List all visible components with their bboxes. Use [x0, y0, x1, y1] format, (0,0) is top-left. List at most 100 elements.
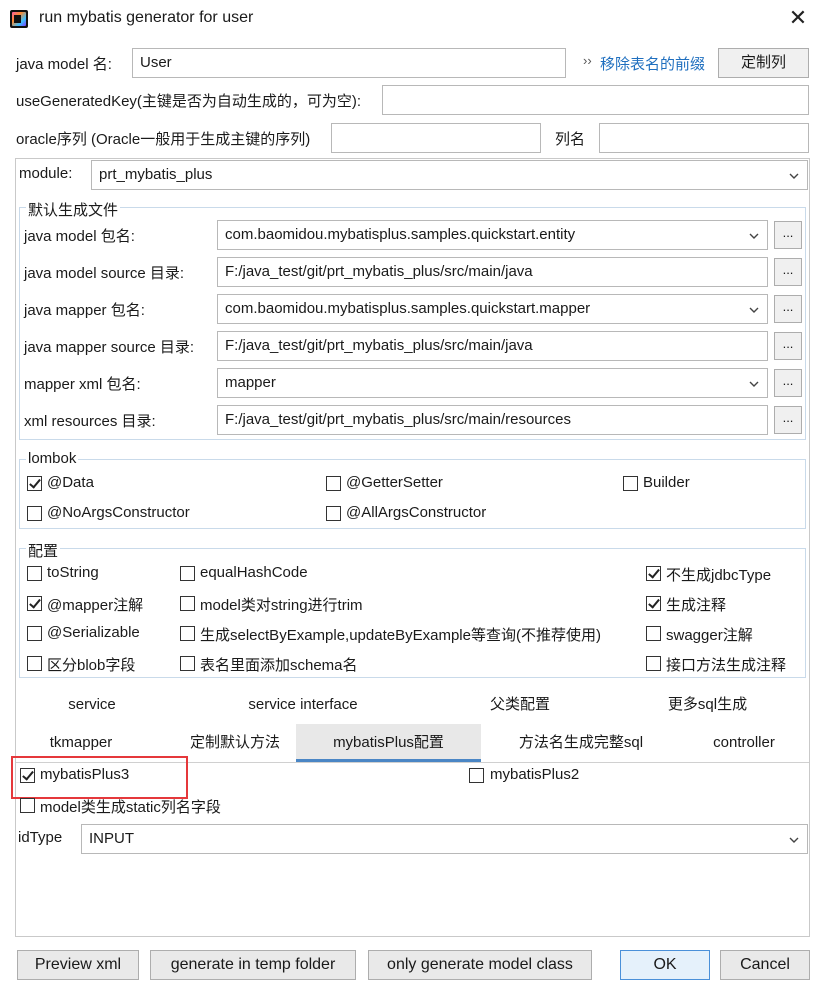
- config-checkbox-label: 生成注释: [666, 597, 727, 614]
- tab[interactable]: controller: [682, 724, 806, 762]
- config-checkbox-label: 接口方法生成注释: [666, 657, 787, 674]
- lombok-title: lombok: [26, 450, 79, 467]
- remove-prefix-link[interactable]: 移除表名的前缀: [600, 53, 705, 74]
- default-file-value: F:/java_test/git/prt_mybatis_plus/src/ma…: [225, 411, 571, 428]
- default-file-value: com.baomidou.mybatisplus.samples.quickst…: [225, 226, 576, 243]
- default-file-select[interactable]: mapper: [217, 368, 768, 398]
- lombok-checkbox[interactable]: [27, 506, 42, 521]
- static-fields-checkbox[interactable]: [20, 798, 35, 813]
- custom-columns-button[interactable]: 定制列: [718, 48, 809, 78]
- lombok-checkbox[interactable]: [27, 476, 42, 491]
- chevron-down-icon: [749, 381, 759, 387]
- config-checkbox-label: @mapper注解: [47, 597, 144, 614]
- config-checkbox-label: 生成selectByExample,updateByExample等查询(不推荐…: [200, 627, 601, 644]
- config-checkbox-label: equalHashCode: [200, 564, 308, 581]
- chevron-down-icon: [789, 837, 799, 843]
- lombok-checkbox[interactable]: [326, 506, 341, 521]
- default-file-label: java mapper 包名:: [24, 302, 145, 319]
- lombok-checkbox-label: @AllArgsConstructor: [346, 504, 487, 521]
- generate-model-only-button[interactable]: only generate model class: [368, 950, 592, 980]
- id-type-value: INPUT: [89, 830, 134, 847]
- default-file-input[interactable]: F:/java_test/git/prt_mybatis_plus/src/ma…: [217, 331, 768, 361]
- lombok-checkbox[interactable]: [623, 476, 638, 491]
- module-label: module:: [19, 165, 73, 182]
- default-file-label: mapper xml 包名:: [24, 376, 141, 393]
- config-checkbox[interactable]: [180, 656, 195, 671]
- config-checkbox-label: swagger注解: [666, 627, 753, 644]
- browse-button[interactable]: ...: [774, 369, 802, 397]
- generate-temp-folder-button[interactable]: generate in temp folder: [150, 950, 356, 980]
- default-file-select[interactable]: com.baomidou.mybatisplus.samples.quickst…: [217, 294, 768, 324]
- default-file-input[interactable]: F:/java_test/git/prt_mybatis_plus/src/ma…: [217, 405, 768, 435]
- config-checkbox-label: model类对string进行trim: [200, 597, 363, 614]
- preview-xml-button[interactable]: Preview xml: [17, 950, 139, 980]
- config-checkbox[interactable]: [27, 626, 42, 641]
- window-title: run mybatis generator for user: [39, 9, 254, 26]
- static-fields-label: model类生成static列名字段: [40, 799, 221, 816]
- config-checkbox[interactable]: [180, 596, 195, 611]
- lombok-checkbox-label: @GetterSetter: [346, 474, 443, 491]
- intellij-app-icon: [10, 10, 28, 28]
- generated-key-label: useGeneratedKey(主键是否为自动生成的，可为空):: [16, 93, 362, 110]
- tab[interactable]: 更多sql生成: [620, 688, 795, 722]
- mybatisplus3-label: mybatisPlus3: [40, 766, 130, 783]
- config-checkbox[interactable]: [646, 566, 661, 581]
- config-checkbox[interactable]: [180, 626, 195, 641]
- default-file-input[interactable]: F:/java_test/git/prt_mybatis_plus/src/ma…: [217, 257, 768, 287]
- default-files-title: 默认生成文件: [26, 199, 121, 220]
- lombok-checkbox-label: Builder: [643, 474, 690, 491]
- oracle-seq-input[interactable]: [331, 123, 541, 153]
- tab[interactable]: service: [22, 688, 162, 722]
- tab[interactable]: 父类配置: [450, 688, 590, 722]
- column-name-label: 列名: [555, 131, 586, 148]
- default-file-label: java model source 目录:: [24, 265, 185, 282]
- ok-button[interactable]: OK: [620, 950, 710, 980]
- browse-button[interactable]: ...: [774, 258, 802, 286]
- chevron-down-icon: [749, 233, 759, 239]
- lombok-checkbox-label: @Data: [47, 474, 94, 491]
- browse-button[interactable]: ...: [774, 221, 802, 249]
- chevron-down-icon: [749, 307, 759, 313]
- config-checkbox[interactable]: [27, 596, 42, 611]
- default-file-label: java model 包名:: [24, 228, 135, 245]
- config-checkbox-label: @Serializable: [47, 624, 140, 641]
- double-chevron-icon: ››: [583, 53, 592, 68]
- config-title: 配置: [26, 540, 61, 561]
- oracle-seq-label: oracle序列 (Oracle一般用于生成主键的序列): [16, 131, 311, 148]
- default-file-value: com.baomidou.mybatisplus.samples.quickst…: [225, 300, 591, 317]
- browse-button[interactable]: ...: [774, 332, 802, 360]
- config-checkbox[interactable]: [646, 596, 661, 611]
- browse-button[interactable]: ...: [774, 406, 802, 434]
- mybatisplus2-checkbox[interactable]: [469, 768, 484, 783]
- default-file-value: F:/java_test/git/prt_mybatis_plus/src/ma…: [225, 263, 533, 280]
- config-checkbox[interactable]: [180, 566, 195, 581]
- cancel-button[interactable]: Cancel: [720, 950, 810, 980]
- config-checkbox[interactable]: [646, 626, 661, 641]
- config-checkbox-label: 表名里面添加schema名: [200, 657, 358, 674]
- config-checkbox-label: toString: [47, 564, 99, 581]
- config-checkbox-label: 不生成jdbcType: [666, 567, 772, 584]
- config-checkbox[interactable]: [646, 656, 661, 671]
- tab-active[interactable]: mybatisPlus配置: [296, 724, 481, 762]
- generated-key-input[interactable]: [382, 85, 809, 115]
- default-file-value: F:/java_test/git/prt_mybatis_plus/src/ma…: [225, 337, 533, 354]
- default-file-label: xml resources 目录:: [24, 413, 156, 430]
- model-name-label: java model 名:: [16, 56, 112, 73]
- default-file-value: mapper: [225, 374, 276, 391]
- tab[interactable]: service interface: [220, 688, 386, 722]
- chevron-down-icon: [789, 173, 799, 179]
- browse-button[interactable]: ...: [774, 295, 802, 323]
- close-icon[interactable]: ✕: [786, 6, 810, 30]
- lombok-checkbox[interactable]: [326, 476, 341, 491]
- default-file-label: java mapper source 目录:: [24, 339, 195, 356]
- column-name-input[interactable]: [599, 123, 809, 153]
- tab[interactable]: 方法名生成完整sql: [496, 724, 666, 762]
- id-type-label: idType: [18, 829, 63, 846]
- id-type-select[interactable]: INPUT: [81, 824, 808, 854]
- config-checkbox[interactable]: [27, 656, 42, 671]
- default-file-select[interactable]: com.baomidou.mybatisplus.samples.quickst…: [217, 220, 768, 250]
- model-name-input[interactable]: User: [132, 48, 566, 78]
- config-checkbox[interactable]: [27, 566, 42, 581]
- mybatisplus3-checkbox[interactable]: [20, 768, 35, 783]
- module-select[interactable]: prt_mybatis_plus: [91, 160, 808, 190]
